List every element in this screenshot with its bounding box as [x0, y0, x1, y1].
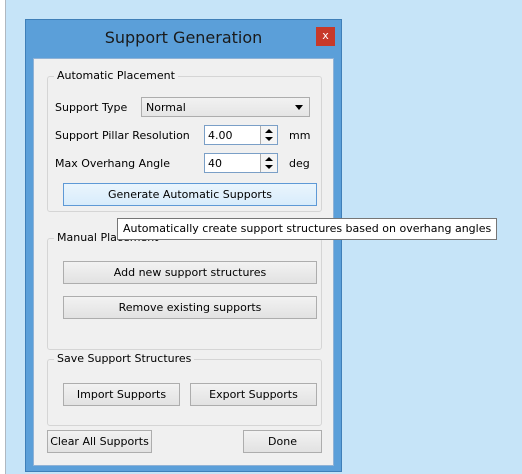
save-support-structures-group: Save Support Structures Import Supports … — [47, 352, 322, 426]
step-down-icon[interactable] — [265, 137, 273, 141]
automatic-placement-label: Automatic Placement — [54, 69, 178, 82]
save-support-structures-label: Save Support Structures — [54, 352, 195, 365]
support-type-select[interactable]: Normal — [141, 97, 310, 117]
clear-all-supports-button[interactable]: Clear All Supports — [47, 430, 152, 453]
close-icon: x — [322, 29, 329, 42]
pillar-resolution-stepper[interactable] — [260, 126, 277, 144]
step-up-icon[interactable] — [265, 129, 273, 133]
pillar-resolution-spinbox[interactable]: 4.00 — [204, 125, 278, 145]
dialog-titlebar[interactable]: Support Generation x — [26, 20, 341, 58]
overhang-angle-label: Max Overhang Angle — [55, 157, 170, 170]
overhang-angle-spinbox[interactable]: 40 — [204, 153, 278, 173]
export-supports-button[interactable]: Export Supports — [190, 383, 317, 406]
dialog-title: Support Generation — [104, 28, 263, 47]
automatic-placement-group: Automatic Placement Support Type Normal … — [47, 69, 322, 212]
remove-supports-button[interactable]: Remove existing supports — [63, 296, 317, 319]
step-up-icon[interactable] — [265, 157, 273, 161]
step-down-icon[interactable] — [265, 165, 273, 169]
generate-automatic-supports-button[interactable]: Generate Automatic Supports — [63, 183, 317, 206]
generate-supports-tooltip: Automatically create support structures … — [117, 218, 498, 240]
overhang-angle-unit: deg — [289, 157, 310, 170]
import-supports-button[interactable]: Import Supports — [63, 383, 180, 406]
close-button[interactable]: x — [316, 27, 335, 46]
pillar-resolution-value: 4.00 — [208, 129, 233, 142]
pillar-resolution-label: Support Pillar Resolution — [55, 129, 190, 142]
pillar-resolution-unit: mm — [289, 129, 311, 142]
support-generation-dialog: Support Generation x Automatic Placement… — [25, 19, 342, 472]
manual-placement-group: Manual Placement Add new support structu… — [47, 231, 322, 350]
overhang-angle-stepper[interactable] — [260, 154, 277, 172]
chevron-down-icon — [295, 105, 303, 110]
left-panel-edge — [0, 0, 6, 474]
dialog-body: Automatic Placement Support Type Normal … — [33, 58, 334, 466]
support-type-label: Support Type — [55, 101, 128, 114]
done-button[interactable]: Done — [243, 430, 322, 453]
overhang-angle-value: 40 — [208, 157, 222, 170]
support-type-value: Normal — [146, 101, 186, 114]
add-supports-button[interactable]: Add new support structures — [63, 261, 317, 284]
